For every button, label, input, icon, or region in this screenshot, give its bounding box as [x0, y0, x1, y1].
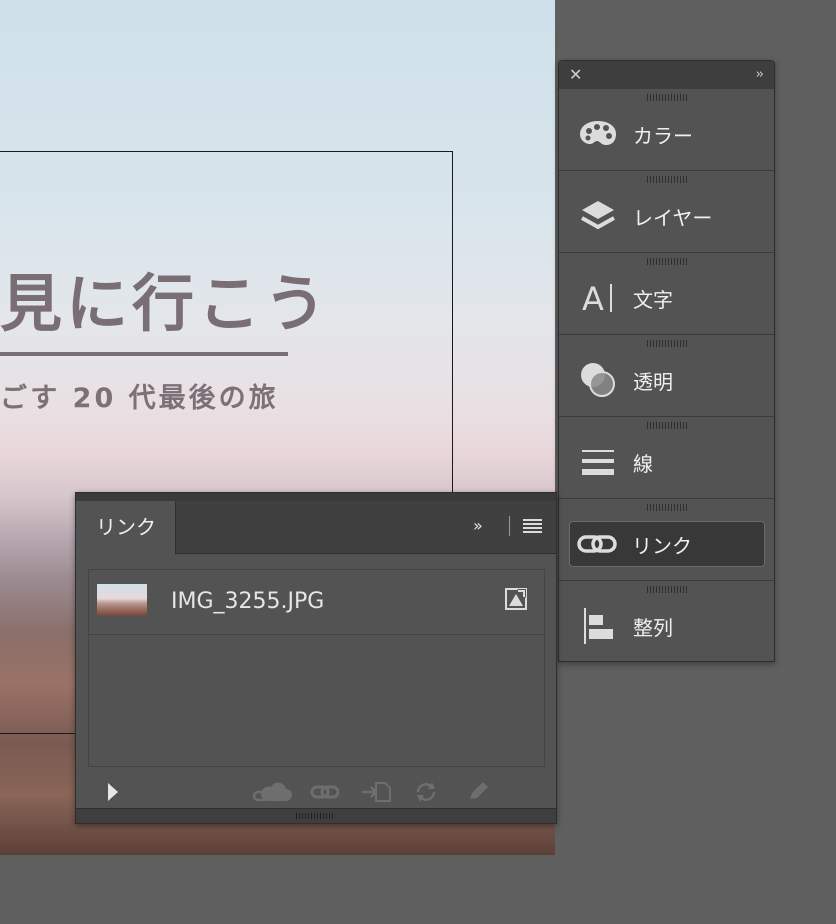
dock-item-align: 整列	[559, 581, 774, 663]
relink-icon[interactable]	[310, 781, 340, 803]
dock-item-label: 文字	[633, 287, 673, 312]
panel-resize-handle[interactable]	[76, 808, 556, 823]
dock-item-label: 線	[633, 451, 653, 476]
expand-triangle-icon[interactable]	[106, 781, 120, 803]
links-panel: リンク ›› IMG_3255.JPG	[75, 492, 557, 824]
close-icon[interactable]: ✕	[569, 65, 582, 85]
transparency-icon	[577, 360, 619, 400]
link-filename: IMG_3255.JPG	[171, 589, 325, 614]
layers-icon	[577, 196, 619, 236]
link-icon	[576, 524, 618, 564]
grip-icon[interactable]	[647, 422, 687, 429]
edit-original-icon[interactable]	[466, 781, 490, 803]
separator	[509, 516, 510, 536]
stroke-panel-button[interactable]: 線	[569, 439, 765, 485]
subheadline-text[interactable]: ごす 20 代最後の旅	[0, 376, 279, 415]
panel-drag-bar[interactable]	[76, 493, 556, 501]
dock-item-color: カラー	[559, 89, 774, 171]
dock-item-links: リンク	[559, 499, 774, 581]
transparency-panel-button[interactable]: 透明	[569, 357, 765, 403]
dock-item-stroke: 線	[559, 417, 774, 499]
dock-item-label: リンク	[632, 533, 692, 558]
grip-icon[interactable]	[647, 176, 687, 183]
tab-links[interactable]: リンク	[76, 501, 176, 554]
panel-dock: ✕ ›› カラー レイヤー A 文字 透明 線 リンク 整列	[558, 60, 775, 662]
grip-icon[interactable]	[647, 340, 687, 347]
grip-icon	[296, 813, 334, 819]
grip-icon[interactable]	[647, 94, 687, 101]
list-item[interactable]: IMG_3255.JPG	[89, 570, 544, 635]
color-panel-button[interactable]: カラー	[569, 111, 765, 157]
cc-library-link-icon[interactable]	[252, 781, 292, 803]
links-list[interactable]: IMG_3255.JPG	[88, 569, 545, 767]
embedded-status-icon	[505, 588, 527, 610]
dock-header[interactable]: ✕ ››	[559, 61, 774, 89]
panel-menu-icon[interactable]	[523, 519, 542, 533]
dock-item-label: 透明	[633, 369, 673, 394]
link-thumbnail	[97, 584, 147, 616]
grip-icon[interactable]	[647, 504, 687, 511]
dock-item-type: A 文字	[559, 253, 774, 335]
align-icon	[577, 606, 619, 646]
dock-item-transparency: 透明	[559, 335, 774, 417]
dock-item-layers: レイヤー	[559, 171, 774, 253]
character-panel-button[interactable]: A 文字	[569, 275, 765, 321]
grip-icon[interactable]	[647, 586, 687, 593]
dock-item-label: レイヤー	[633, 205, 713, 230]
double-chevron-right-icon[interactable]: ››	[756, 65, 765, 85]
dock-item-label: カラー	[633, 123, 693, 148]
headline-text[interactable]: 見に行こう	[0, 258, 330, 350]
panel-tab-row: リンク ››	[76, 501, 556, 554]
type-icon: A	[577, 278, 619, 318]
align-panel-button[interactable]: 整列	[569, 603, 765, 649]
dock-item-label: 整列	[633, 615, 673, 640]
update-link-icon[interactable]	[414, 781, 438, 803]
palette-icon	[577, 114, 619, 154]
stroke-icon	[577, 442, 619, 482]
links-panel-button[interactable]: リンク	[569, 521, 765, 567]
headline-underline	[0, 352, 288, 356]
links-footer-toolbar	[76, 777, 556, 807]
go-to-link-icon[interactable]	[360, 781, 392, 803]
layers-panel-button[interactable]: レイヤー	[569, 193, 765, 239]
svg-text:A: A	[582, 280, 604, 316]
grip-icon[interactable]	[647, 258, 687, 265]
double-chevron-right-icon[interactable]: ››	[473, 516, 483, 535]
